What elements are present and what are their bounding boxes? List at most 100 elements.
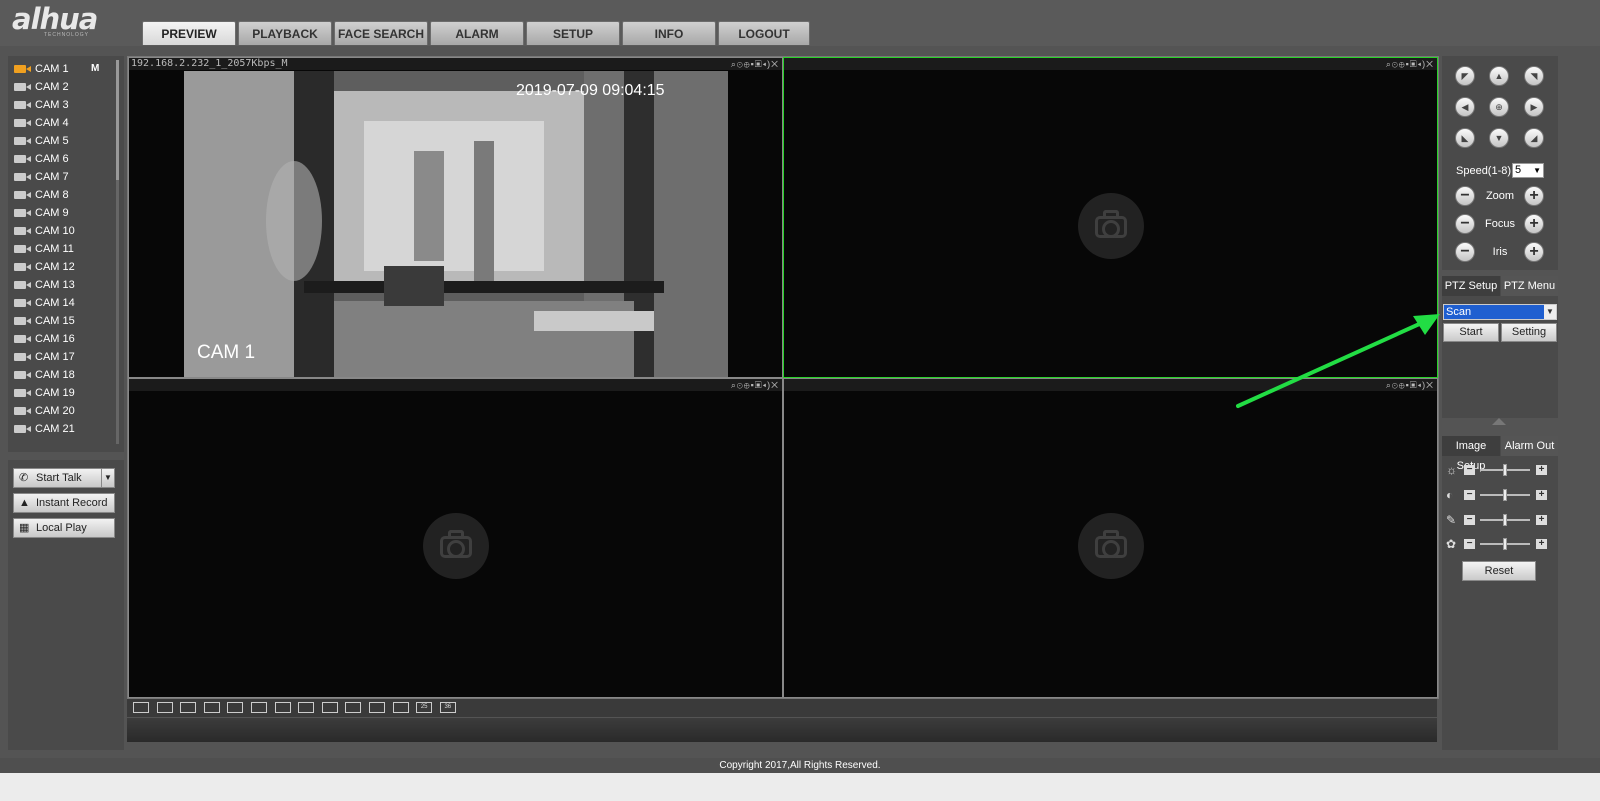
channel-list-panel: CAM 1 M CAM 2 CAM 3 CAM 4 CAM 5 CAM 6 CAM 7 CAM …	[8, 56, 124, 452]
speed-select[interactable]: 5 ▼	[1512, 163, 1544, 178]
ptz-3d-position-button[interactable]: ⊕	[1489, 97, 1509, 117]
layout-button-20[interactable]	[392, 702, 409, 713]
brightness-slider-knob[interactable]	[1503, 464, 1507, 476]
ptz-setting-button[interactable]: Setting	[1501, 323, 1557, 342]
layout-button-4[interactable]	[251, 702, 267, 713]
ptz-down-right-button[interactable]: ◢	[1524, 128, 1544, 148]
top-header: alhua TECHNOLOGY PREVIEW PLAYBACK FACE S…	[0, 0, 1600, 46]
local-play-button[interactable]: ▦ Local Play	[13, 518, 115, 538]
sidebar-item-cam-5[interactable]: CAM 5	[8, 132, 118, 150]
ptz-up-right-button[interactable]: ◥	[1524, 66, 1544, 86]
collapse-arrow-icon[interactable]	[1492, 418, 1506, 425]
sidebar-item-cam-13[interactable]: CAM 13	[8, 276, 118, 294]
sidebar-item-cam-9[interactable]: CAM 9	[8, 204, 118, 222]
zoom-in-button[interactable]: +	[1524, 186, 1544, 206]
saturation-slider-knob[interactable]	[1503, 514, 1507, 526]
zoom-out-button[interactable]: −	[1455, 186, 1475, 206]
sidebar-item-cam-6[interactable]: CAM 6	[8, 150, 118, 168]
pane-3-controls[interactable]: ⌕⊙⊕▪▣◂)✕	[731, 379, 779, 391]
layout-button-1[interactable]	[227, 702, 244, 713]
layout-button-fit[interactable]	[203, 702, 220, 713]
ptz-left-button[interactable]: ◀	[1455, 97, 1475, 117]
contrast-increase-button[interactable]: +	[1536, 490, 1547, 500]
saturation-decrease-button[interactable]: −	[1464, 515, 1475, 525]
channel-label: CAM 8	[35, 189, 69, 201]
sidebar-item-cam-4[interactable]: CAM 4	[8, 114, 118, 132]
sidebar-item-cam-1[interactable]: CAM 1 M	[8, 60, 118, 78]
talk-dropdown-button[interactable]: ▼	[101, 468, 115, 488]
camera-icon	[14, 65, 31, 73]
pane-1-controls[interactable]: ⌕⊙⊕▪▣◂)✕	[731, 58, 779, 70]
sidebar-item-cam-14[interactable]: CAM 14	[8, 294, 118, 312]
sidebar-item-cam-2[interactable]: CAM 2	[8, 78, 118, 96]
image-reset-button[interactable]: Reset	[1462, 561, 1536, 581]
ptz-up-left-button[interactable]: ◤	[1455, 66, 1475, 86]
palette-icon: ✿	[1446, 537, 1457, 551]
tab-logout[interactable]: LOGOUT	[718, 21, 810, 45]
tab-face-search[interactable]: FACE SEARCH	[334, 21, 428, 45]
sidebar-item-cam-21[interactable]: CAM 21	[8, 420, 118, 438]
tab-info[interactable]: INFO	[622, 21, 716, 45]
sidebar-item-cam-15[interactable]: CAM 15	[8, 312, 118, 330]
brightness-decrease-button[interactable]: −	[1464, 465, 1475, 475]
sidebar-item-cam-12[interactable]: CAM 12	[8, 258, 118, 276]
tab-preview[interactable]: PREVIEW	[142, 21, 236, 45]
ptz-right-button[interactable]: ▶	[1524, 97, 1544, 117]
tab-ptz-setup[interactable]: PTZ Setup	[1442, 276, 1500, 296]
contrast-slider-knob[interactable]	[1503, 489, 1507, 501]
ptz-function-select[interactable]: Scan ▼	[1443, 304, 1557, 320]
sidebar-item-cam-11[interactable]: CAM 11	[8, 240, 118, 258]
sidebar-item-cam-10[interactable]: CAM 10	[8, 222, 118, 240]
channel-label: CAM 2	[35, 81, 69, 93]
speed-label: Speed(1-8):	[1456, 165, 1515, 177]
sidebar-item-cam-20[interactable]: CAM 20	[8, 402, 118, 420]
tab-alarm[interactable]: ALARM	[430, 21, 524, 45]
sidebar-item-cam-7[interactable]: CAM 7	[8, 168, 118, 186]
sidebar-item-cam-18[interactable]: CAM 18	[8, 366, 118, 384]
channel-list-scroll-thumb[interactable]	[116, 60, 119, 180]
layout-button-1x1[interactable]	[133, 702, 149, 713]
video-pane-1[interactable]: 192.168.2.232_1_2057Kbps_M ⌕⊙⊕▪▣◂)✕ 2019…	[128, 57, 783, 378]
tab-image-setup[interactable]: Image Setup	[1442, 436, 1500, 472]
layout-button-16[interactable]	[369, 702, 385, 713]
saturation-row: ✎ − +	[1444, 513, 1556, 527]
video-pane-4[interactable]: ⌕⊙⊕▪▣◂)✕	[783, 378, 1438, 698]
layout-button-36[interactable]: 36	[439, 702, 456, 713]
layout-button-6[interactable]	[274, 702, 291, 713]
hue-increase-button[interactable]: +	[1536, 539, 1547, 549]
saturation-increase-button[interactable]: +	[1536, 515, 1547, 525]
focus-far-button[interactable]: +	[1524, 214, 1544, 234]
sidebar-item-cam-19[interactable]: CAM 19	[8, 384, 118, 402]
sidebar-item-cam-16[interactable]: CAM 16	[8, 330, 118, 348]
layout-button-full[interactable]	[180, 702, 197, 713]
camera-icon	[14, 173, 31, 181]
brightness-increase-button[interactable]: +	[1536, 465, 1547, 475]
tab-ptz-menu[interactable]: PTZ Menu	[1501, 276, 1558, 296]
tab-setup[interactable]: SETUP	[526, 21, 620, 45]
tab-alarm-out[interactable]: Alarm Out	[1501, 436, 1558, 456]
sidebar-item-cam-3[interactable]: CAM 3	[8, 96, 118, 114]
layout-button-9[interactable]	[321, 702, 338, 713]
video-pane-3[interactable]: ⌕⊙⊕▪▣◂)✕	[128, 378, 783, 698]
layout-button-2x2[interactable]	[156, 702, 173, 713]
focus-near-button[interactable]: −	[1455, 214, 1475, 234]
pane-2-controls[interactable]: ⌕⊙⊕▪▣◂)✕	[1386, 58, 1434, 70]
layout-button-8[interactable]	[298, 702, 315, 713]
ptz-up-button[interactable]: ▲	[1489, 66, 1509, 86]
instant-record-button[interactable]: ▲ Instant Record	[13, 493, 115, 513]
ptz-down-left-button[interactable]: ◣	[1455, 128, 1475, 148]
hue-slider-knob[interactable]	[1503, 538, 1507, 550]
ptz-down-button[interactable]: ▼	[1489, 128, 1509, 148]
contrast-decrease-button[interactable]: −	[1464, 490, 1475, 500]
start-talk-button[interactable]: ✆ Start Talk	[13, 468, 102, 488]
layout-button-13[interactable]	[345, 702, 362, 713]
layout-button-25[interactable]: 25	[416, 702, 433, 713]
iris-close-button[interactable]: −	[1455, 242, 1475, 262]
hue-decrease-button[interactable]: −	[1464, 539, 1475, 549]
tab-playback[interactable]: PLAYBACK	[238, 21, 332, 45]
sidebar-item-cam-8[interactable]: CAM 8	[8, 186, 118, 204]
sidebar-item-cam-17[interactable]: CAM 17	[8, 348, 118, 366]
camera-feed-image	[184, 71, 728, 377]
ptz-start-button[interactable]: Start	[1443, 323, 1499, 342]
iris-open-button[interactable]: +	[1524, 242, 1544, 262]
